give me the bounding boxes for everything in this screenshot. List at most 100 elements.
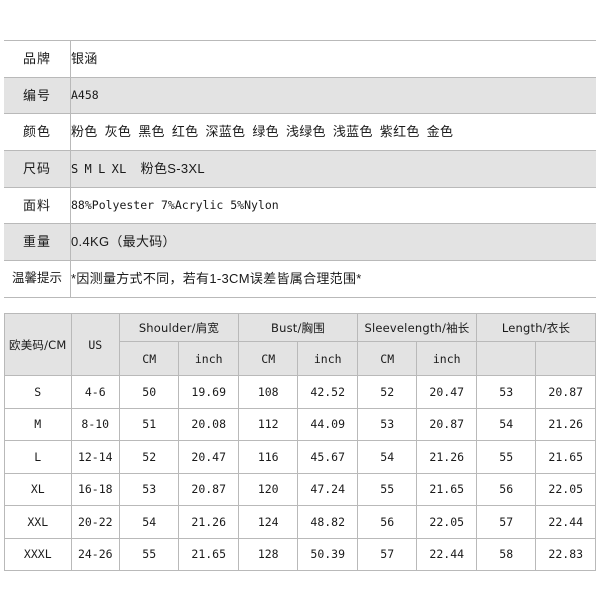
size-chart-body: S 4-6 50 19.69 108 42.52 52 20.47 53 20.…: [4, 375, 596, 571]
col-header-eu-size: 欧美码/CM: [4, 313, 72, 376]
col-header-length: Length/衣长: [475, 313, 597, 342]
cell-bust-cm: 124: [237, 505, 299, 539]
cell-shoulder-cm: 51: [118, 407, 180, 441]
spec-row-weight: 重量 0.4KG（最大码）: [4, 223, 596, 262]
cell-shoulder-inch: 19.69: [178, 375, 239, 409]
color-option: 深蓝色: [205, 124, 246, 140]
cell-shoulder-cm: 52: [118, 440, 180, 474]
cell-length-inch: 22.83: [535, 537, 596, 571]
table-row: S 4-6 50 19.69 108 42.52 52 20.47 53 20.…: [4, 375, 596, 409]
size-chart-group-header-row: 欧美码/CM US Shoulder/肩宽 Bust/胸围 Sleeveleng…: [4, 313, 597, 376]
spec-row-tip: 温馨提示 *因测量方式不同，若有1-3CM误差皆属合理范围*: [4, 260, 596, 298]
spec-label-color: 颜色: [4, 113, 71, 152]
cell-length-inch: 22.44: [535, 505, 596, 539]
cell-sleeve-inch: 22.05: [416, 505, 477, 539]
unit-header-shoulder-inch: inch: [178, 341, 239, 376]
color-option: 灰色: [104, 124, 132, 140]
table-row: XXL 20-22 54 21.26 124 48.82 56 22.05 57…: [4, 505, 596, 539]
cell-length-cm: 56: [475, 472, 537, 506]
color-option: 浅绿色: [285, 124, 326, 140]
cell-length-inch: 20.87: [535, 375, 596, 409]
size-option: S: [71, 162, 79, 177]
unit-header-bust-cm: CM: [237, 341, 299, 376]
size-option: M: [84, 162, 93, 177]
cell-bust-inch: 50.39: [297, 537, 358, 571]
unit-header-bust-inch: inch: [297, 341, 358, 376]
cell-shoulder-inch: 21.26: [178, 505, 239, 539]
cell-bust-inch: 47.24: [297, 472, 358, 506]
cell-shoulder-inch: 20.08: [178, 407, 239, 441]
spec-value-code: A458: [70, 76, 596, 115]
spec-value-color: 粉色 灰色 黑色 红色 深蓝色 绿色 浅绿色 浅蓝色 紫红色 金色: [70, 113, 596, 152]
unit-header-length-cm: [475, 341, 537, 376]
cell-bust-inch: 44.09: [297, 407, 358, 441]
cell-us-size: 24-26: [70, 537, 120, 571]
cell-sleeve-inch: 21.65: [416, 472, 477, 506]
cell-length-inch: 21.65: [535, 440, 596, 474]
cell-bust-cm: 112: [237, 407, 299, 441]
cell-shoulder-inch: 20.87: [178, 472, 239, 506]
spec-label-code: 编号: [4, 76, 71, 115]
cell-bust-cm: 120: [237, 472, 299, 506]
cell-sleeve-cm: 55: [356, 472, 418, 506]
unit-header-length-inch: [535, 341, 596, 376]
cell-eu-size: XXXL: [4, 537, 72, 571]
cell-sleeve-inch: 22.44: [416, 537, 477, 571]
cell-us-size: 16-18: [70, 472, 120, 506]
cell-us-size: 20-22: [70, 505, 120, 539]
cell-eu-size: M: [4, 407, 72, 441]
cell-sleeve-inch: 21.26: [416, 440, 477, 474]
cell-sleeve-cm: 56: [356, 505, 418, 539]
cell-length-inch: 21.26: [535, 407, 596, 441]
cell-sleeve-inch: 20.47: [416, 375, 477, 409]
spec-row-fabric: 面料 88%Polyester 7%Acrylic 5%Nylon: [4, 186, 596, 225]
spec-row-code: 编号 A458: [4, 76, 596, 115]
color-option: 绿色: [252, 124, 279, 140]
cell-sleeve-cm: 54: [356, 440, 418, 474]
color-option: 红色: [171, 124, 199, 140]
cell-bust-inch: 42.52: [297, 375, 358, 409]
cell-shoulder-inch: 20.47: [178, 440, 239, 474]
cell-shoulder-cm: 50: [118, 375, 180, 409]
spec-label-fabric: 面料: [4, 186, 71, 225]
color-option: 浅蓝色: [332, 124, 373, 140]
color-option: 粉色: [71, 124, 98, 140]
table-row: XXXL 24-26 55 21.65 128 50.39 57 22.44 5…: [4, 537, 596, 571]
cell-shoulder-cm: 53: [118, 472, 180, 506]
cell-eu-size: XL: [4, 472, 72, 506]
cell-eu-size: L: [4, 440, 72, 474]
col-header-bust: Bust/胸围: [237, 313, 358, 342]
spec-value-tip: *因测量方式不同，若有1-3CM误差皆属合理范围*: [70, 260, 596, 298]
spec-label-brand: 品牌: [4, 40, 71, 78]
spec-value-size: S M L XL 粉色S-3XL: [70, 150, 596, 188]
cell-us-size: 8-10: [70, 407, 120, 441]
col-header-shoulder: Shoulder/肩宽: [118, 313, 239, 342]
color-option: 金色: [426, 124, 454, 140]
cell-sleeve-cm: 53: [356, 407, 418, 441]
cell-length-cm: 55: [475, 440, 537, 474]
table-row: L 12-14 52 20.47 116 45.67 54 21.26 55 2…: [4, 440, 596, 474]
spec-label-tip: 温馨提示: [4, 260, 71, 298]
col-header-sleevelength: Sleevelength/袖长: [356, 313, 477, 342]
col-header-us-size: US: [70, 313, 120, 376]
cell-sleeve-cm: 52: [356, 375, 418, 409]
spec-row-brand: 品牌 银涵: [4, 40, 596, 78]
spec-value-fabric: 88%Polyester 7%Acrylic 5%Nylon: [70, 186, 596, 225]
cell-bust-cm: 108: [237, 375, 299, 409]
spec-label-size: 尺码: [4, 150, 71, 188]
size-note: 粉色S-3XL: [140, 161, 205, 177]
size-chart-table: 欧美码/CM US Shoulder/肩宽 Bust/胸围 Sleeveleng…: [4, 313, 597, 571]
cell-sleeve-cm: 57: [356, 537, 418, 571]
color-option: 紫红色: [379, 124, 420, 140]
color-option: 黑色: [138, 124, 165, 140]
cell-bust-cm: 128: [237, 537, 299, 571]
spec-value-weight: 0.4KG（最大码）: [70, 223, 596, 262]
spec-row-size: 尺码 S M L XL 粉色S-3XL: [4, 150, 596, 188]
unit-header-shoulder-cm: CM: [118, 341, 180, 376]
spec-label-weight: 重量: [4, 223, 71, 262]
cell-length-cm: 58: [475, 537, 537, 571]
cell-bust-cm: 116: [237, 440, 299, 474]
cell-length-cm: 57: [475, 505, 537, 539]
cell-eu-size: S: [4, 375, 72, 409]
product-spec-table: 品牌 银涵 编号 A458 颜色 粉色 灰色 黑色 红色 深蓝色 绿色 浅绿色 浅蓝色 紫红色金…: [4, 40, 596, 298]
